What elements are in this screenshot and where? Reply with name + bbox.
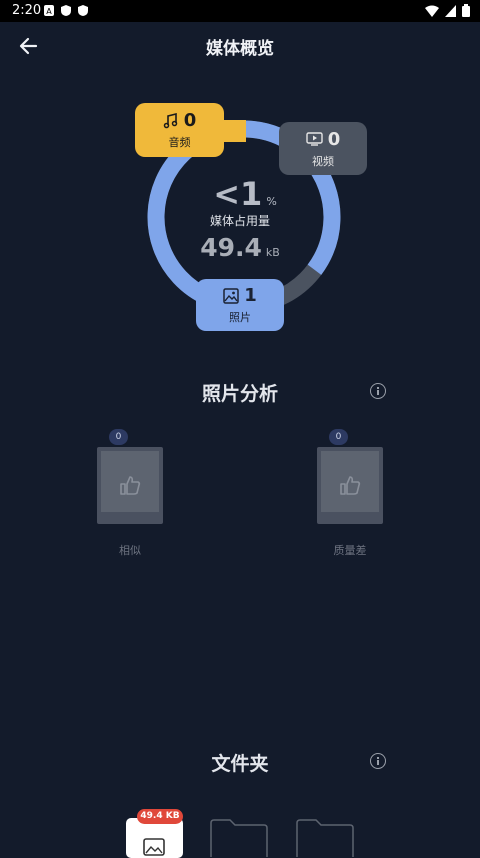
usage-percent-unit: % (266, 195, 277, 208)
poor-quality-label: 质量差 (333, 544, 367, 557)
poor-quality-photos-card[interactable] (317, 447, 383, 524)
audio-label: 音频 (168, 136, 191, 149)
similar-count-badge: 0 (109, 429, 128, 445)
photo-count: 1 (244, 285, 257, 306)
image-icon (223, 287, 239, 304)
folder-tile-photos[interactable] (126, 818, 183, 858)
thumbs-up-icon (120, 476, 141, 495)
image-icon (143, 838, 165, 856)
thumbs-up-icon (340, 476, 361, 495)
usage-percent: <1% (210, 175, 280, 213)
video-label: 视频 (312, 154, 334, 168)
video-chip[interactable]: 0 视频 (279, 122, 367, 175)
info-icon[interactable] (370, 383, 386, 399)
video-count: 0 (327, 128, 341, 150)
audio-chip[interactable]: 0 音频 (135, 103, 224, 157)
photo-analysis-title: 照片分析 (201, 383, 278, 405)
usage-label: 媒体占用量 (209, 214, 270, 228)
music-note-icon (163, 112, 177, 128)
video-play-icon (306, 132, 323, 146)
audio-count: 0 (183, 110, 197, 131)
folder-icon[interactable] (210, 818, 268, 858)
usage-size-value: 49.4 (200, 233, 262, 262)
similar-label: 相似 (119, 544, 141, 557)
usage-size: 49.4 kB (190, 233, 290, 262)
photo-chip[interactable]: 1 照片 (196, 279, 284, 331)
folder-icon[interactable] (296, 818, 354, 858)
folders-title: 文件夹 (211, 753, 269, 775)
usage-percent-value: <1 (213, 175, 263, 213)
media-usage-ring (147, 120, 341, 314)
folder-size-badge: 49.4 KB (137, 809, 183, 824)
similar-photos-card[interactable] (97, 447, 163, 524)
info-icon[interactable] (370, 753, 386, 769)
usage-size-unit: kB (265, 246, 280, 259)
photo-label: 照片 (229, 311, 251, 324)
poor-quality-count-badge: 0 (329, 429, 348, 445)
